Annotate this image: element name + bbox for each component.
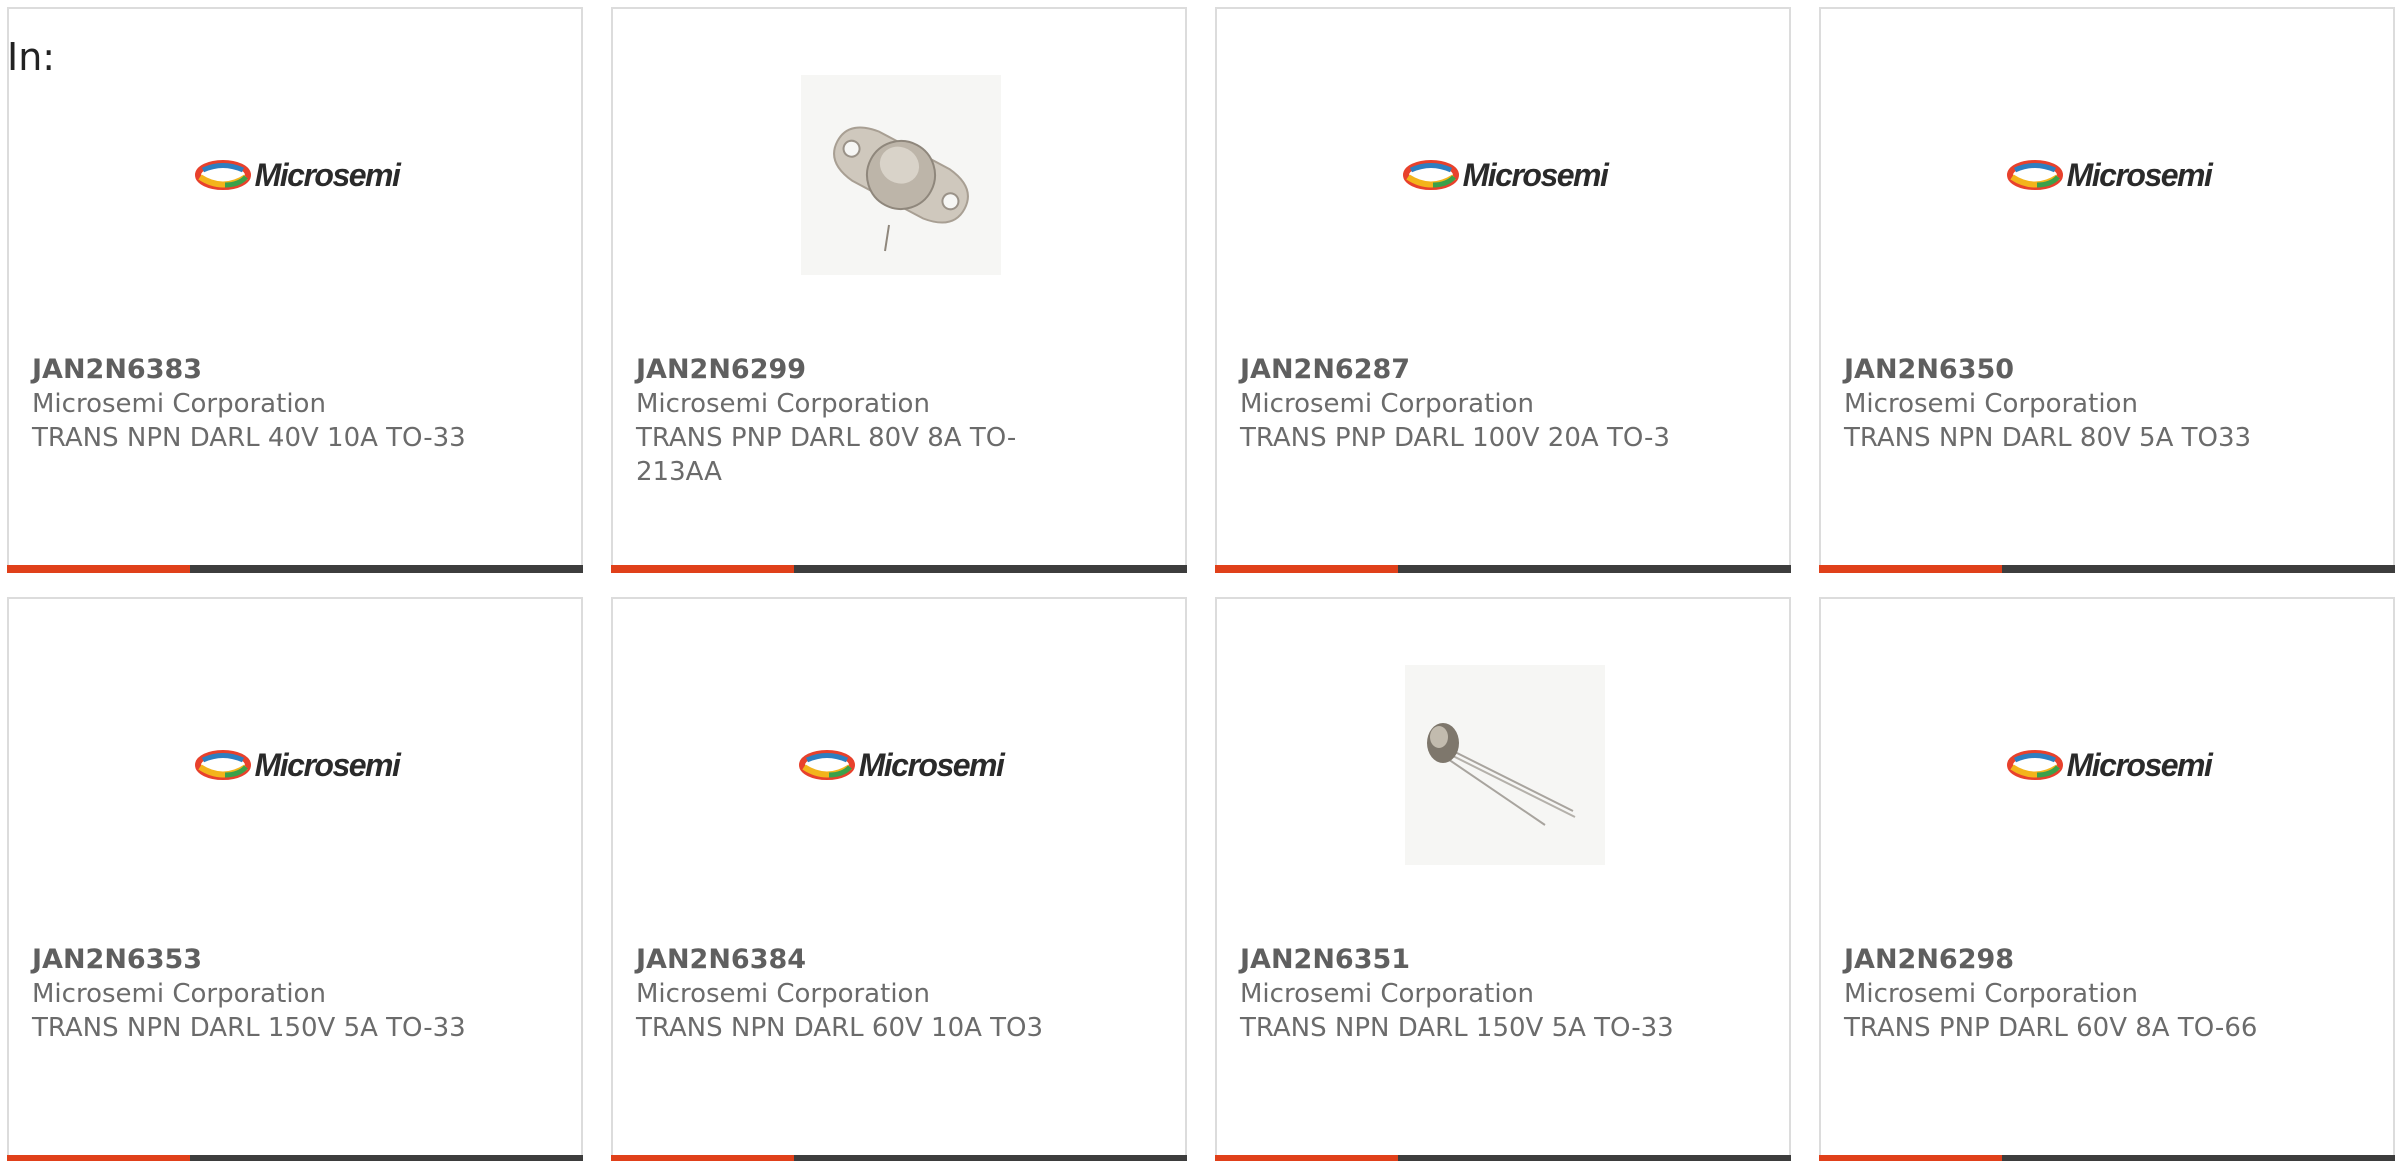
product-card[interactable]: JAN2N6351 Microsemi Corporation TRANS NP… (1215, 597, 1791, 1161)
product-info: JAN2N6384 Microsemi Corporation TRANS NP… (636, 943, 1076, 1045)
card-accent-bar (611, 565, 794, 573)
logo-wordmark: Microsemi (858, 746, 1005, 783)
product-info: JAN2N6287 Microsemi Corporation TRANS PN… (1240, 353, 1680, 455)
microsemi-logo: Microsemi (1402, 156, 1609, 194)
card-accent-bar (1819, 1155, 2002, 1161)
part-number[interactable]: JAN2N6383 (32, 353, 472, 387)
product-card[interactable]: Microsemi JAN2N6350 Microsemi Corporatio… (1819, 7, 2395, 573)
description: TRANS NPN DARL 60V 10A TO3 (636, 1013, 1044, 1043)
product-info: JAN2N6299 Microsemi Corporation TRANS PN… (636, 353, 1076, 489)
product-thumbnail[interactable]: Microsemi (194, 665, 401, 865)
description: TRANS NPN DARL 150V 5A TO-33 (1240, 1013, 1674, 1043)
product-info: JAN2N6351 Microsemi Corporation TRANS NP… (1240, 943, 1680, 1045)
description: TRANS NPN DARL 80V 5A TO33 (1844, 423, 2252, 453)
product-thumbnail[interactable] (801, 75, 1001, 275)
card-accent-bar (7, 565, 190, 573)
card-accent-bar (1819, 565, 2002, 573)
card-bottom-bar (1215, 1155, 1791, 1161)
manufacturer: Microsemi Corporation (1844, 389, 2138, 419)
card-bottom-bar (1819, 1155, 2395, 1161)
card-bottom-bar (1215, 565, 1791, 573)
product-results-page: In: Microsemi JAN2N6383 Microsemi Corpor… (0, 0, 2400, 1161)
microsemi-logo: Microsemi (2006, 746, 2213, 784)
microsemi-swirl-icon (1402, 160, 1459, 190)
microsemi-swirl-icon (798, 750, 855, 780)
product-info: JAN2N6350 Microsemi Corporation TRANS NP… (1844, 353, 2284, 455)
card-accent-bar (1215, 1155, 1398, 1161)
product-card[interactable]: JAN2N6299 Microsemi Corporation TRANS PN… (611, 7, 1187, 573)
description: TRANS NPN DARL 40V 10A TO-33 (32, 423, 466, 453)
microsemi-logo: Microsemi (194, 746, 401, 784)
product-grid: Microsemi JAN2N6383 Microsemi Corporatio… (7, 7, 2400, 1161)
description: TRANS PNP DARL 80V 8A TO-213AA (636, 423, 1017, 487)
card-bottom-bar (1819, 565, 2395, 573)
manufacturer: Microsemi Corporation (636, 979, 930, 1009)
product-info: JAN2N6298 Microsemi Corporation TRANS PN… (1844, 943, 2284, 1045)
microsemi-logo: Microsemi (194, 156, 401, 194)
description: TRANS PNP DARL 60V 8A TO-66 (1844, 1013, 2258, 1043)
part-number[interactable]: JAN2N6384 (636, 943, 1076, 977)
manufacturer: Microsemi Corporation (636, 389, 930, 419)
product-thumbnail[interactable]: Microsemi (2006, 665, 2213, 865)
product-card[interactable]: Microsemi JAN2N6353 Microsemi Corporatio… (7, 597, 583, 1161)
logo-wordmark: Microsemi (1462, 156, 1609, 193)
part-number[interactable]: JAN2N6287 (1240, 353, 1680, 387)
in-label: In: (7, 35, 56, 79)
microsemi-swirl-icon (194, 750, 251, 780)
product-card[interactable]: Microsemi JAN2N6287 Microsemi Corporatio… (1215, 7, 1791, 573)
card-accent-bar (1215, 565, 1398, 573)
logo-wordmark: Microsemi (254, 746, 401, 783)
card-bottom-bar (7, 565, 583, 573)
part-number[interactable]: JAN2N6351 (1240, 943, 1680, 977)
part-number[interactable]: JAN2N6298 (1844, 943, 2284, 977)
logo-wordmark: Microsemi (254, 156, 401, 193)
manufacturer: Microsemi Corporation (1240, 389, 1534, 419)
product-thumbnail[interactable]: Microsemi (2006, 75, 2213, 275)
part-number[interactable]: JAN2N6350 (1844, 353, 2284, 387)
description: TRANS PNP DARL 100V 20A TO-3 (1240, 423, 1670, 453)
part-number[interactable]: JAN2N6299 (636, 353, 1076, 387)
product-card[interactable]: Microsemi JAN2N6383 Microsemi Corporatio… (7, 7, 583, 573)
card-bottom-bar (611, 1155, 1187, 1161)
manufacturer: Microsemi Corporation (1844, 979, 2138, 1009)
microsemi-swirl-icon (194, 160, 251, 190)
product-card[interactable]: Microsemi JAN2N6298 Microsemi Corporatio… (1819, 597, 2395, 1161)
manufacturer: Microsemi Corporation (32, 389, 326, 419)
card-bottom-bar (611, 565, 1187, 573)
product-thumbnail[interactable]: Microsemi (1402, 75, 1609, 275)
card-bottom-bar (7, 1155, 583, 1161)
logo-wordmark: Microsemi (2066, 746, 2213, 783)
manufacturer: Microsemi Corporation (32, 979, 326, 1009)
microsemi-swirl-icon (2006, 750, 2063, 780)
microsemi-logo: Microsemi (2006, 156, 2213, 194)
product-thumbnail[interactable]: Microsemi (194, 75, 401, 275)
microsemi-swirl-icon (2006, 160, 2063, 190)
microsemi-logo: Microsemi (798, 746, 1005, 784)
product-info: JAN2N6353 Microsemi Corporation TRANS NP… (32, 943, 472, 1045)
logo-wordmark: Microsemi (2066, 156, 2213, 193)
product-thumbnail[interactable] (1405, 665, 1605, 865)
card-accent-bar (611, 1155, 794, 1161)
to-213aa-package-photo (801, 75, 1001, 275)
product-card[interactable]: Microsemi JAN2N6384 Microsemi Corporatio… (611, 597, 1187, 1161)
product-thumbnail[interactable]: Microsemi (798, 665, 1005, 865)
product-info: JAN2N6383 Microsemi Corporation TRANS NP… (32, 353, 472, 455)
card-accent-bar (7, 1155, 190, 1161)
manufacturer: Microsemi Corporation (1240, 979, 1534, 1009)
description: TRANS NPN DARL 150V 5A TO-33 (32, 1013, 466, 1043)
part-number[interactable]: JAN2N6353 (32, 943, 472, 977)
to-39-package-photo (1405, 665, 1605, 865)
